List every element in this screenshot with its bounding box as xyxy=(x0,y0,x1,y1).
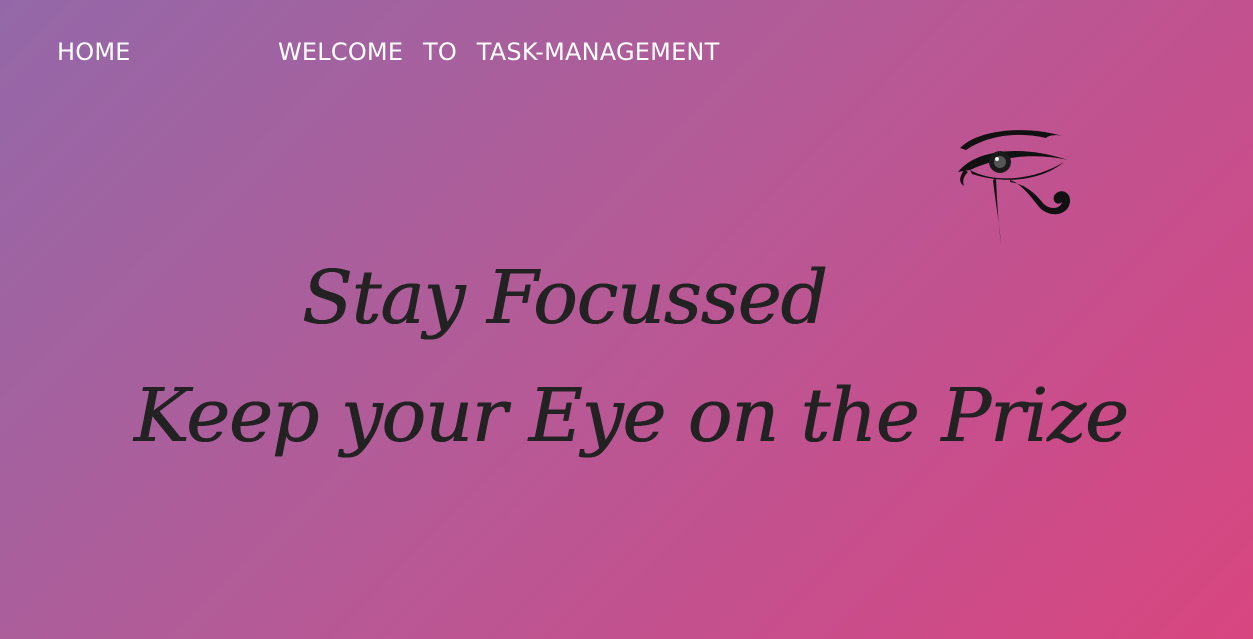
page-title: WELCOME TO TASK-MANAGEMENT xyxy=(278,38,720,66)
tagline-keep-eye-on-prize: Keep your Eye on the Prize xyxy=(134,373,1129,459)
tagline-stay-focussed: Stay Focussed xyxy=(302,255,828,341)
top-nav: HOME WELCOME TO TASK-MANAGEMENT xyxy=(0,0,1253,105)
home-link[interactable]: HOME xyxy=(57,38,131,66)
eye-of-ra-icon xyxy=(950,120,1080,250)
